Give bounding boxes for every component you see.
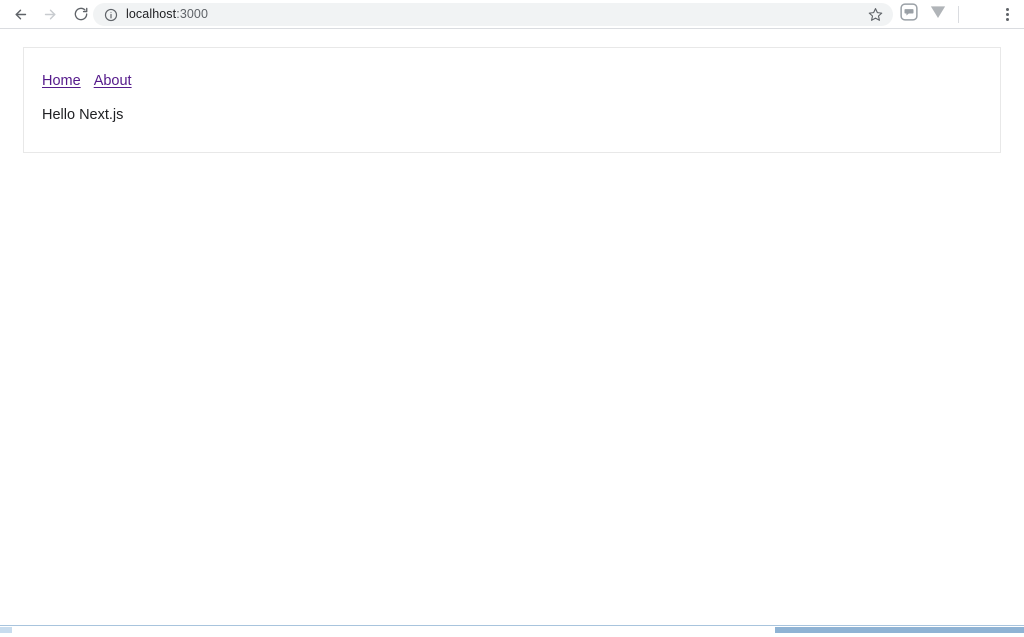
horizontal-scrollbar[interactable] <box>0 625 1024 637</box>
toolbar-divider <box>958 6 959 23</box>
menu-dot <box>1005 18 1009 21</box>
star-outline-icon[interactable] <box>867 7 883 23</box>
address-bar-host: localhost <box>126 7 177 22</box>
chat-bubble-extension-button[interactable] <box>898 2 920 26</box>
menu-dot <box>1005 13 1009 16</box>
scrollbar-thumb[interactable] <box>775 627 1024 633</box>
info-circle-icon[interactable] <box>103 7 118 22</box>
back-button[interactable] <box>6 0 34 28</box>
browser-toolbar: localhost:3000 <box>0 0 1024 29</box>
nav-link-about[interactable]: About <box>94 74 132 89</box>
address-bar-text[interactable]: localhost:3000 <box>126 8 208 21</box>
menu-dot <box>1005 8 1009 11</box>
page-heading: Hello Next.js <box>42 107 124 123</box>
content-card: Home About Hello Next.js <box>23 47 1001 153</box>
arrow-left-icon <box>12 6 29 23</box>
reload-icon <box>73 6 89 22</box>
chevron-v-icon <box>929 3 947 26</box>
address-bar-port: :3000 <box>176 7 209 22</box>
page-nav: Home About <box>42 74 132 89</box>
page-viewport: Home About Hello Next.js <box>0 30 1024 625</box>
forward-button[interactable] <box>36 0 64 28</box>
nav-link-home[interactable]: Home <box>42 74 81 89</box>
v-shape-extension-button[interactable] <box>927 3 949 25</box>
reload-button[interactable] <box>67 0 95 28</box>
chat-bubble-icon <box>900 2 918 26</box>
three-dot-menu-icon[interactable] <box>996 3 1018 26</box>
arrow-right-icon <box>42 6 59 23</box>
address-bar[interactable]: localhost:3000 <box>93 3 893 26</box>
scrollbar-left-cap <box>0 627 12 633</box>
